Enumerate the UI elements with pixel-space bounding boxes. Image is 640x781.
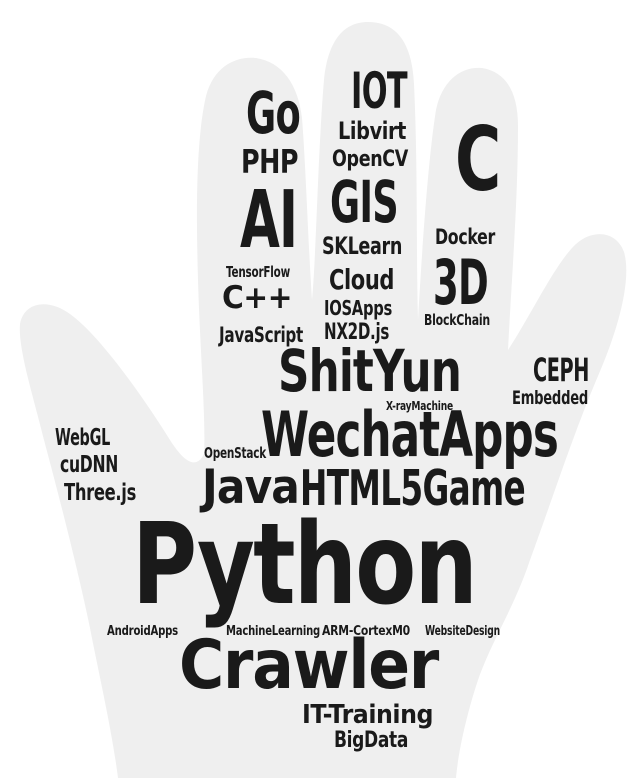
word-sklearn: SKLearn: [322, 232, 402, 260]
word-libvirt: Libvirt: [338, 117, 406, 145]
word-iosapps: IOSApps: [324, 296, 392, 320]
word-cudnn: cuDNN: [60, 452, 118, 478]
word-wechatapps: WechatApps: [261, 398, 559, 471]
word-iot: IOT: [351, 62, 408, 120]
word-cloud: Cloud: [329, 263, 394, 296]
word-bigdata: BigData: [334, 728, 408, 753]
word-gis: GIS: [330, 168, 399, 236]
word-ceph: CEPH: [533, 351, 589, 389]
word-ittraining: IT-Training: [302, 700, 433, 730]
word-tensorflow: TensorFlow: [226, 263, 290, 281]
word-3d: 3D: [433, 246, 489, 319]
word-cloud: Go IOT Libvirt PHP OpenCV C AI GIS SKLea…: [0, 0, 640, 781]
word-python: Python: [132, 500, 478, 630]
word-ai: AI: [240, 174, 298, 266]
word-androidapps: AndroidApps: [107, 624, 178, 639]
word-webgl: WebGL: [55, 425, 110, 451]
word-threejs: Three.js: [64, 480, 136, 506]
word-docker: Docker: [435, 225, 495, 249]
word-cpp: C++: [222, 280, 293, 316]
word-openstack: OpenStack: [204, 444, 266, 462]
word-crawler: Crawler: [179, 626, 439, 705]
word-c: C: [455, 108, 501, 211]
word-go: Go: [246, 79, 301, 147]
word-shityun: ShitYun: [278, 337, 462, 405]
word-blockchain: BlockChain: [424, 311, 490, 329]
